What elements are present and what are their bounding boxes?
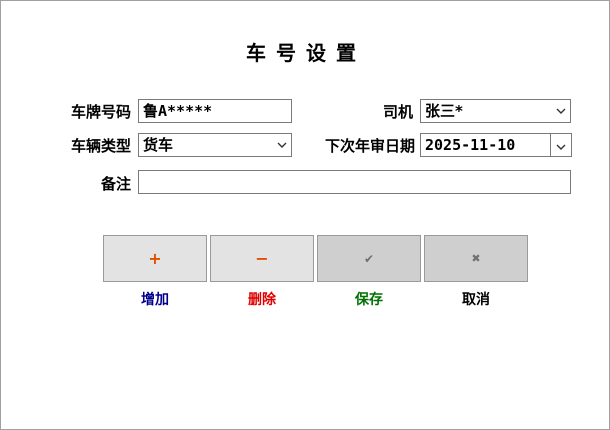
next-inspection-date-input[interactable]: 2025-11-10	[420, 133, 551, 157]
driver-label: 司机	[382, 103, 413, 121]
date-dropdown-button[interactable]	[550, 133, 572, 157]
cancel-button[interactable]: ✖	[424, 235, 528, 282]
add-button[interactable]: +	[103, 235, 207, 282]
chevron-down-icon[interactable]	[552, 100, 570, 122]
plus-icon: +	[148, 249, 162, 268]
save-button[interactable]: ✔	[317, 235, 421, 282]
delete-button-label[interactable]: 删除	[210, 289, 314, 309]
remark-label: 备注	[100, 175, 131, 193]
plate-label: 车牌号码	[70, 103, 131, 121]
minus-icon: −	[255, 249, 269, 268]
vehicle-type-select-value: 货车	[143, 136, 174, 154]
page-title: 车号设置	[246, 41, 366, 65]
vehicle-type-label: 车辆类型	[70, 137, 131, 155]
plate-input[interactable]: 鲁A*****	[138, 99, 292, 123]
chevron-down-icon	[556, 136, 566, 155]
add-button-label[interactable]: 增加	[103, 289, 207, 309]
chevron-down-icon[interactable]	[273, 134, 291, 156]
driver-select-value: 张三*	[425, 102, 463, 120]
cancel-button-label[interactable]: 取消	[424, 289, 528, 309]
x-icon: ✖	[471, 252, 481, 265]
check-icon: ✔	[363, 251, 375, 266]
next-inspection-label: 下次年审日期	[324, 137, 415, 155]
save-button-label[interactable]: 保存	[317, 289, 421, 309]
delete-button[interactable]: −	[210, 235, 314, 282]
driver-select[interactable]: 张三*	[420, 99, 571, 123]
dialog-window: 车号设置 车牌号码 鲁A***** 司机 张三* 车辆类型 货车 下次年审日期 …	[0, 0, 610, 430]
vehicle-type-select[interactable]: 货车	[138, 133, 292, 157]
remark-input[interactable]	[138, 170, 571, 194]
